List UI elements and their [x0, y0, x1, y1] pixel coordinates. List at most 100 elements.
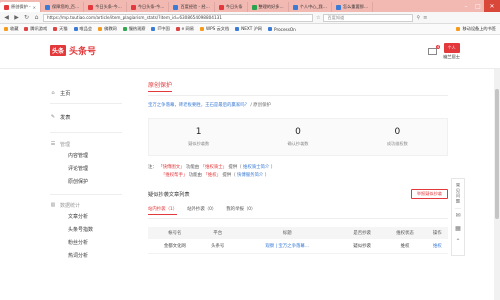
tab-external[interactable]: 站外抄袭（0）: [187, 206, 216, 215]
tab-internal[interactable]: 站内抄袭（1）: [148, 206, 178, 215]
note-link[interactable]: 快傅服务简介: [237, 173, 263, 178]
sidebar-item-label: 发表: [60, 114, 71, 121]
list-header: 疑似抄袭文章列表 举报疑似抄袭: [148, 189, 448, 199]
bookmark-icon: [24, 27, 29, 31]
note-highlight: 「维权帮手」: [161, 173, 188, 178]
logo-name: 头条号: [69, 47, 97, 57]
cell-title: 观察 | 宝万之争落幕…: [233, 239, 341, 254]
bookmark-item[interactable]: NEXT 沪网: [235, 26, 262, 32]
bookmark-item[interactable]: e 网易: [175, 26, 194, 32]
back-icon[interactable]: ◀: [3, 14, 10, 21]
plagiarism-table: 帐号名 平台 标题 是否抄袭 维权状态 操作 金都文化网 头条号 观察 | 宝万…: [148, 227, 448, 254]
page-title-bar: 原创保护: [148, 80, 448, 96]
sidebar-item-comment-manage[interactable]: 评论管理: [50, 162, 122, 175]
main-content: 原创保护 宝万之争落幕，砖老板要胜，王石是最后的赢家吗？ / 原创保护 1 疑似…: [148, 80, 448, 254]
page-scrollbar[interactable]: [494, 69, 500, 300]
browser-tab[interactable]: 原创保护 - ✕: [0, 2, 41, 12]
tab-label: 今日头条-今…: [137, 4, 165, 9]
action-link[interactable]: 维权: [433, 244, 442, 249]
sidebar-item-publish[interactable]: ✎ 发表: [50, 112, 122, 122]
browser-tab[interactable]: 今日头条: [215, 2, 248, 12]
url-field[interactable]: https://mp.toutiao.com/article/item_plag…: [43, 13, 313, 22]
bookmark-item[interactable]: 慢热观察: [122, 26, 146, 32]
col-header: 是否抄袭: [340, 227, 384, 239]
bookmark-icon: [98, 27, 103, 31]
sidebar-item-article-analysis[interactable]: 文章分析: [50, 210, 122, 223]
tab-label: 百度经验 - 经…: [180, 4, 210, 9]
bookmark-item[interactable]: 腾讯游戏: [24, 26, 47, 32]
bookmark-item[interactable]: 唯品会: [73, 26, 92, 32]
bookmark-label: 收藏: [10, 26, 19, 31]
back-to-top-icon[interactable]: ⌃: [455, 235, 460, 248]
tab-favicon-icon: [44, 4, 50, 10]
list-title: 疑似抄袭文章列表: [148, 191, 190, 198]
browser-tab[interactable]: 今日头条-今…: [84, 2, 127, 12]
menu-icon[interactable]: ≡: [423, 15, 427, 21]
cell-status: 疑似抄袭: [340, 239, 384, 254]
tab-label: 原创保护 -: [11, 4, 31, 9]
stat-label: 确认抄袭数: [287, 141, 309, 146]
browser-tab[interactable]: 怎么重要那…: [332, 2, 374, 12]
sidebar-group-label: 数据统计: [60, 202, 81, 209]
report-button[interactable]: 举报疑似抄袭: [410, 189, 448, 199]
site-logo[interactable]: 头条 头条号: [50, 44, 96, 57]
cell-account: 金都文化网: [148, 239, 202, 254]
maximize-icon[interactable]: □: [472, 0, 484, 12]
browser-tab[interactable]: 保障您的_百…: [41, 2, 85, 12]
bookmark-item[interactable]: 天猫: [53, 26, 68, 32]
browser-tab[interactable]: 百度经验 - 经…: [169, 2, 215, 12]
stat-number: 0: [394, 127, 401, 137]
faq-button[interactable]: 常见问题: [455, 179, 461, 209]
site-header: 头条 头条号 4 个人 幽兰居士: [0, 35, 500, 69]
bookmark-label: 慢热观察: [128, 26, 146, 31]
star-icon[interactable]: ☆: [316, 15, 320, 21]
note-text: 功能由: [185, 165, 200, 170]
sidebar-item-original-protect[interactable]: 原创保护: [50, 175, 122, 188]
sidebar-item-hotword-analysis[interactable]: 热词分析: [50, 249, 122, 262]
mail-icon[interactable]: 4: [428, 45, 441, 55]
bookmark-icon: [175, 27, 180, 31]
user-menu[interactable]: 个人 幽兰居士: [443, 43, 460, 60]
browser-tab[interactable]: 个人中心_我…: [289, 2, 332, 12]
table-header-row: 帐号名 平台 标题 是否抄袭 维权状态 操作: [148, 227, 448, 239]
tab-favicon-icon: [88, 4, 94, 10]
bookmark-item[interactable]: IT中国: [151, 26, 170, 32]
bookmark-item[interactable]: WPS 云文档: [199, 26, 229, 32]
sidebar-item-account-index[interactable]: 头条号指数: [50, 223, 122, 236]
bookmark-item[interactable]: 佛教网: [98, 26, 117, 32]
note-text: ）: [264, 173, 270, 178]
note-link[interactable]: 维权骑士简介: [243, 165, 269, 170]
sidebar-group-manage: ☰ 管理: [50, 139, 122, 149]
stat-suspected: 1 疑似抄袭数: [149, 119, 248, 155]
browser-tab[interactable]: 整理的好多…: [248, 2, 289, 12]
qrcode-icon[interactable]: ▦: [455, 222, 461, 235]
browser-tab[interactable]: 今日头条-今…: [127, 2, 170, 12]
window-close-icon[interactable]: ✕: [484, 0, 500, 12]
sidebar-item-content-manage[interactable]: 内容管理: [50, 149, 122, 162]
table-row: 金都文化网 头条号 观察 | 宝万之争落幕… 疑似抄袭 维权 维权: [148, 239, 448, 254]
list-icon: ☰: [50, 141, 56, 147]
breadcrumb-article-link[interactable]: 宝万之争落幕，砖老板要胜，王石是最后的赢家吗？: [148, 103, 249, 108]
sidebar-item-home[interactable]: ⌂ 主页: [50, 88, 122, 98]
forward-icon[interactable]: ▶: [13, 14, 20, 21]
close-icon[interactable]: ✕: [33, 5, 36, 10]
minimize-icon[interactable]: –: [460, 0, 472, 12]
browser-search-input[interactable]: 百度知道: [323, 13, 414, 22]
article-link[interactable]: 观察 | 宝万之争落幕…: [265, 244, 309, 249]
bookmark-item[interactable]: 收藏: [4, 26, 18, 32]
chat-icon[interactable]: ✉: [455, 209, 460, 222]
tab-my-reports[interactable]: 我的举报（0）: [226, 206, 255, 215]
bookmarks-bar: 收藏 腾讯游戏 天猫 唯品会 佛教网 慢热观察 IT中国 e 网易 WPS 云文…: [0, 24, 500, 35]
reload-icon[interactable]: ↻: [23, 14, 30, 21]
sidebar-item-fans-analysis[interactable]: 粉丝分析: [50, 236, 122, 249]
bookmark-item[interactable]: ProcessOn: [268, 27, 296, 32]
sidebar: ⌂ 主页 ✎ 发表 ☰ 管理 内容管理 评论管理 原创保护 ▥ 数据统计 文章分析 头条…: [50, 78, 122, 300]
tab-label: 今日头条: [225, 4, 243, 9]
bookmark-icon: [122, 27, 127, 31]
mobile-bookmarks[interactable]: 移动设备上的书签: [456, 26, 496, 32]
col-header: 维权状态: [383, 227, 427, 239]
divider: [50, 194, 122, 195]
home-icon[interactable]: ⌂: [33, 14, 40, 21]
search-icon[interactable]: ⚲: [416, 15, 420, 21]
scrollbar-thumb[interactable]: [495, 89, 499, 219]
